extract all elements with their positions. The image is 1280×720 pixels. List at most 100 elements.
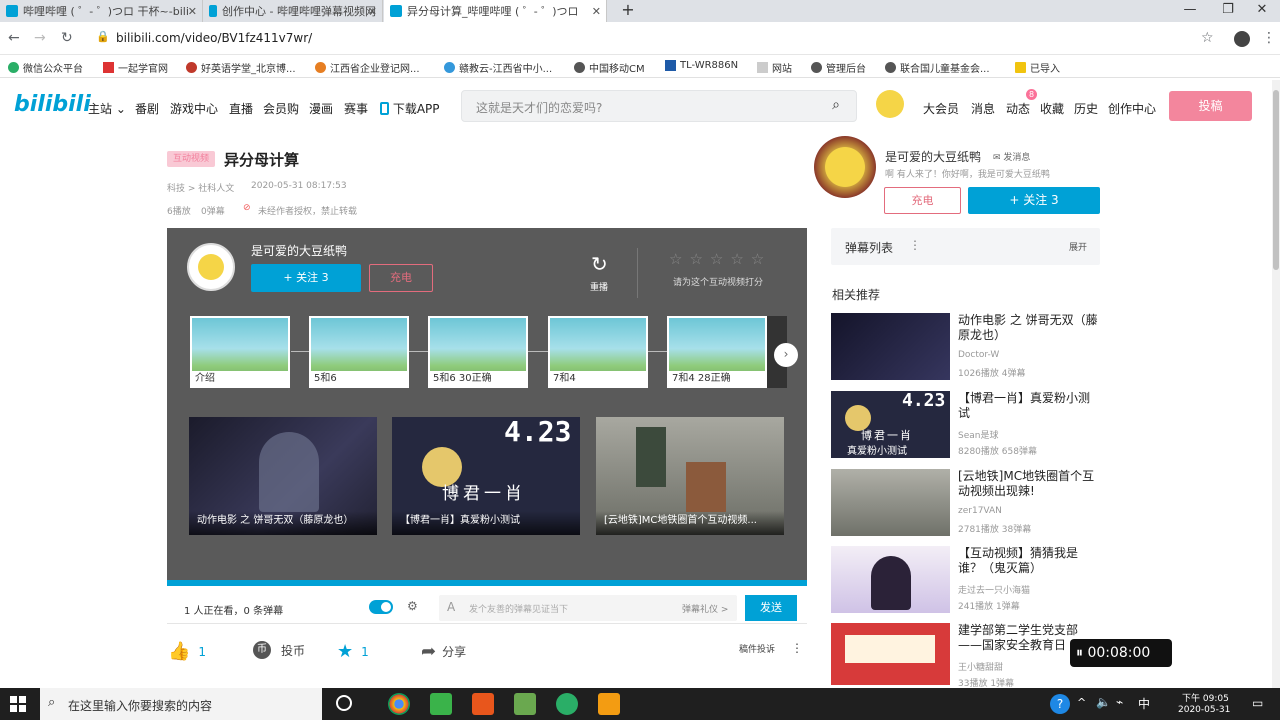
player-recommend-card[interactable]: 4.23 博君一肖 【博君一肖】真爱粉小测试 bbox=[392, 417, 580, 535]
bookmark-item[interactable]: 中国移动CM bbox=[574, 60, 645, 75]
help-icon[interactable]: ? bbox=[1050, 694, 1070, 714]
close-icon[interactable]: ✕ bbox=[368, 5, 377, 18]
minimize-icon[interactable]: — bbox=[1172, 0, 1208, 22]
danmaku-list-panel[interactable]: 弹幕列表 ⋮ 展开 bbox=[831, 228, 1100, 265]
danmaku-toggle[interactable] bbox=[369, 600, 393, 614]
like-button[interactable]: 👍 1 bbox=[168, 641, 206, 662]
related-video-title[interactable]: 【博君一肖】真爱粉小测试 bbox=[958, 391, 1100, 421]
related-thumbnail[interactable] bbox=[831, 469, 950, 536]
clock-time[interactable]: 下午 09:05 bbox=[1182, 691, 1229, 704]
windows-start-icon[interactable] bbox=[10, 696, 26, 712]
scrollbar[interactable] bbox=[1272, 80, 1280, 688]
bookmark-folder[interactable]: 已导入 bbox=[1015, 60, 1060, 75]
bookmark-item[interactable]: TL-WR886N bbox=[665, 60, 738, 71]
related-video-up[interactable]: Doctor-W bbox=[958, 350, 999, 360]
bookmark-item[interactable]: 管理后台 bbox=[811, 60, 866, 75]
player-uploader-name[interactable]: 是可爱的大豆纸鸭 bbox=[251, 242, 347, 259]
wechat-icon[interactable] bbox=[556, 693, 578, 715]
bookmark-item[interactable]: 联合国儿童基金会... bbox=[885, 60, 990, 75]
related-thumbnail[interactable]: 4.23 博君一肖 真爱粉小测试 bbox=[831, 391, 950, 458]
profile-avatar[interactable] bbox=[1234, 31, 1250, 47]
related-video-title[interactable]: [云地铁]MC地铁圈首个互动视频出现辣! bbox=[958, 469, 1100, 499]
close-icon[interactable]: ✕ bbox=[592, 5, 601, 18]
pause-icon[interactable]: ⏸ bbox=[1076, 645, 1083, 661]
user-link-vip[interactable]: 大会员 bbox=[923, 100, 959, 117]
nav-item[interactable]: 游戏中心 bbox=[170, 100, 218, 117]
star-icon[interactable]: ☆ bbox=[1201, 30, 1214, 46]
bookmark-item[interactable]: 赣教云-江西省中小... bbox=[444, 60, 552, 75]
related-thumbnail[interactable] bbox=[831, 623, 950, 685]
network-icon[interactable]: ⌁ bbox=[1116, 695, 1123, 709]
related-video-title[interactable]: 动作电影 之 饼哥无双（藤原龙也） bbox=[958, 313, 1100, 343]
taskbar-search-input[interactable]: ⌕ 在这里输入你要搜索的内容 bbox=[40, 688, 322, 720]
minecraft-icon[interactable] bbox=[514, 693, 536, 715]
notification-icon[interactable]: ▭ bbox=[1252, 696, 1263, 710]
nav-item[interactable]: 漫画 bbox=[309, 100, 333, 117]
menu-icon[interactable]: ⋮ bbox=[1262, 30, 1276, 46]
follow-button[interactable]: + 关注 3 bbox=[968, 187, 1100, 214]
volume-icon[interactable]: 🔈 bbox=[1096, 695, 1111, 709]
coin-button[interactable]: 币投币 bbox=[253, 641, 305, 659]
url-field[interactable]: bilibili.com/video/BV1fz411v7wr/ bbox=[116, 31, 312, 45]
rating-stars[interactable]: ☆☆☆☆☆ bbox=[669, 250, 771, 268]
next-arrow-icon[interactable]: › bbox=[774, 343, 798, 367]
related-thumbnail[interactable] bbox=[831, 546, 950, 613]
story-node[interactable]: 5和6 30正确 bbox=[428, 316, 528, 388]
danmaku-etiquette-link[interactable]: 弹幕礼仪 > bbox=[682, 602, 728, 615]
play-store-icon[interactable] bbox=[430, 693, 452, 715]
related-video-up[interactable]: Sean是球 bbox=[958, 428, 998, 441]
related-video-up[interactable]: 王小糖甜甜 bbox=[958, 660, 1003, 673]
bookmark-item[interactable]: 微信公众平台 bbox=[8, 60, 83, 75]
browser-tab[interactable]: 哔哩哔哩 ( ゜- ゜)つロ 干杯~-bili ✕ bbox=[0, 0, 203, 22]
lock-icon[interactable]: 🔒 bbox=[96, 30, 110, 43]
related-thumbnail[interactable] bbox=[831, 313, 950, 380]
close-window-icon[interactable]: ✕ bbox=[1244, 0, 1280, 22]
story-node[interactable]: 7和4 28正确 bbox=[667, 316, 767, 388]
user-link-favorites[interactable]: 收藏 bbox=[1040, 100, 1064, 117]
app-icon[interactable] bbox=[598, 693, 620, 715]
player-recommend-card[interactable]: [云地铁]MC地铁圈首个互动视频... bbox=[596, 417, 784, 535]
upload-button[interactable]: 投稿 bbox=[1169, 91, 1252, 121]
user-link-history[interactable]: 历史 bbox=[1074, 100, 1098, 117]
more-icon[interactable]: ⋮ bbox=[791, 641, 803, 655]
related-video-up[interactable]: 走过去一只小海猫 bbox=[958, 583, 1030, 596]
related-video-title[interactable]: 【互动视频】猜猜我是谁？（鬼灭篇） bbox=[958, 546, 1100, 576]
browser-tab[interactable]: 创作中心 - 哔哩哔哩弹幕视频网 ✕ bbox=[203, 0, 383, 22]
story-node[interactable]: 5和6 bbox=[309, 316, 409, 388]
recording-timer[interactable]: ⏸ 00:08:00 bbox=[1070, 639, 1172, 667]
nav-item[interactable]: 番剧 bbox=[135, 100, 159, 117]
bilibili-logo[interactable]: bilibili bbox=[14, 92, 91, 117]
danmaku-input[interactable]: A 发个友善的弹幕见证当下 弹幕礼仪 > bbox=[439, 595, 737, 621]
forward-icon[interactable]: → bbox=[34, 30, 46, 46]
user-link-creator[interactable]: 创作中心 bbox=[1108, 100, 1156, 117]
video-category[interactable]: 科技 > 社科人文 bbox=[167, 181, 234, 194]
input-method-icon[interactable]: 中 bbox=[1138, 695, 1150, 712]
avatar[interactable] bbox=[876, 90, 904, 118]
search-input[interactable]: 这就是天才们的恋爱吗? ⌕ bbox=[461, 90, 857, 122]
close-icon[interactable]: ✕ bbox=[188, 5, 197, 18]
player-follow-button[interactable]: + 关注 3 bbox=[251, 264, 361, 292]
replay-icon[interactable]: ↻ bbox=[591, 252, 608, 276]
user-link-dynamic[interactable]: 动态 bbox=[1006, 100, 1030, 117]
scrollbar-thumb[interactable] bbox=[1273, 90, 1279, 270]
back-icon[interactable]: ← bbox=[8, 30, 20, 46]
more-icon[interactable]: ⋮ bbox=[909, 238, 921, 252]
office-icon[interactable] bbox=[472, 693, 494, 715]
progress-bar[interactable] bbox=[167, 580, 807, 586]
send-message-link[interactable]: ✉ 发消息 bbox=[993, 150, 1030, 163]
player-recommend-card[interactable]: 动作电影 之 饼哥无双（藤原龙也） bbox=[189, 417, 377, 535]
send-danmaku-button[interactable]: 发送 bbox=[745, 595, 797, 621]
nav-item[interactable]: 会员购 bbox=[263, 100, 299, 117]
search-icon[interactable]: ⌕ bbox=[816, 91, 856, 121]
uploader-avatar[interactable] bbox=[814, 136, 876, 198]
reload-icon[interactable]: ↻ bbox=[61, 30, 73, 46]
font-icon[interactable]: A bbox=[447, 600, 455, 614]
tray-expand-icon[interactable]: ^ bbox=[1077, 696, 1086, 709]
story-node[interactable]: 7和4 bbox=[548, 316, 648, 388]
browser-tab-active[interactable]: 异分母计算_哔哩哔哩 ( ゜- ゜)つロ ✕ bbox=[384, 0, 607, 22]
story-node[interactable]: 介绍 bbox=[190, 316, 290, 388]
nav-main[interactable]: 主站 ⌄ bbox=[88, 100, 126, 117]
uploader-name[interactable]: 是可爱的大豆纸鸭 bbox=[885, 148, 981, 165]
restore-icon[interactable]: ❐ bbox=[1210, 0, 1246, 22]
cortana-icon[interactable] bbox=[336, 695, 352, 711]
